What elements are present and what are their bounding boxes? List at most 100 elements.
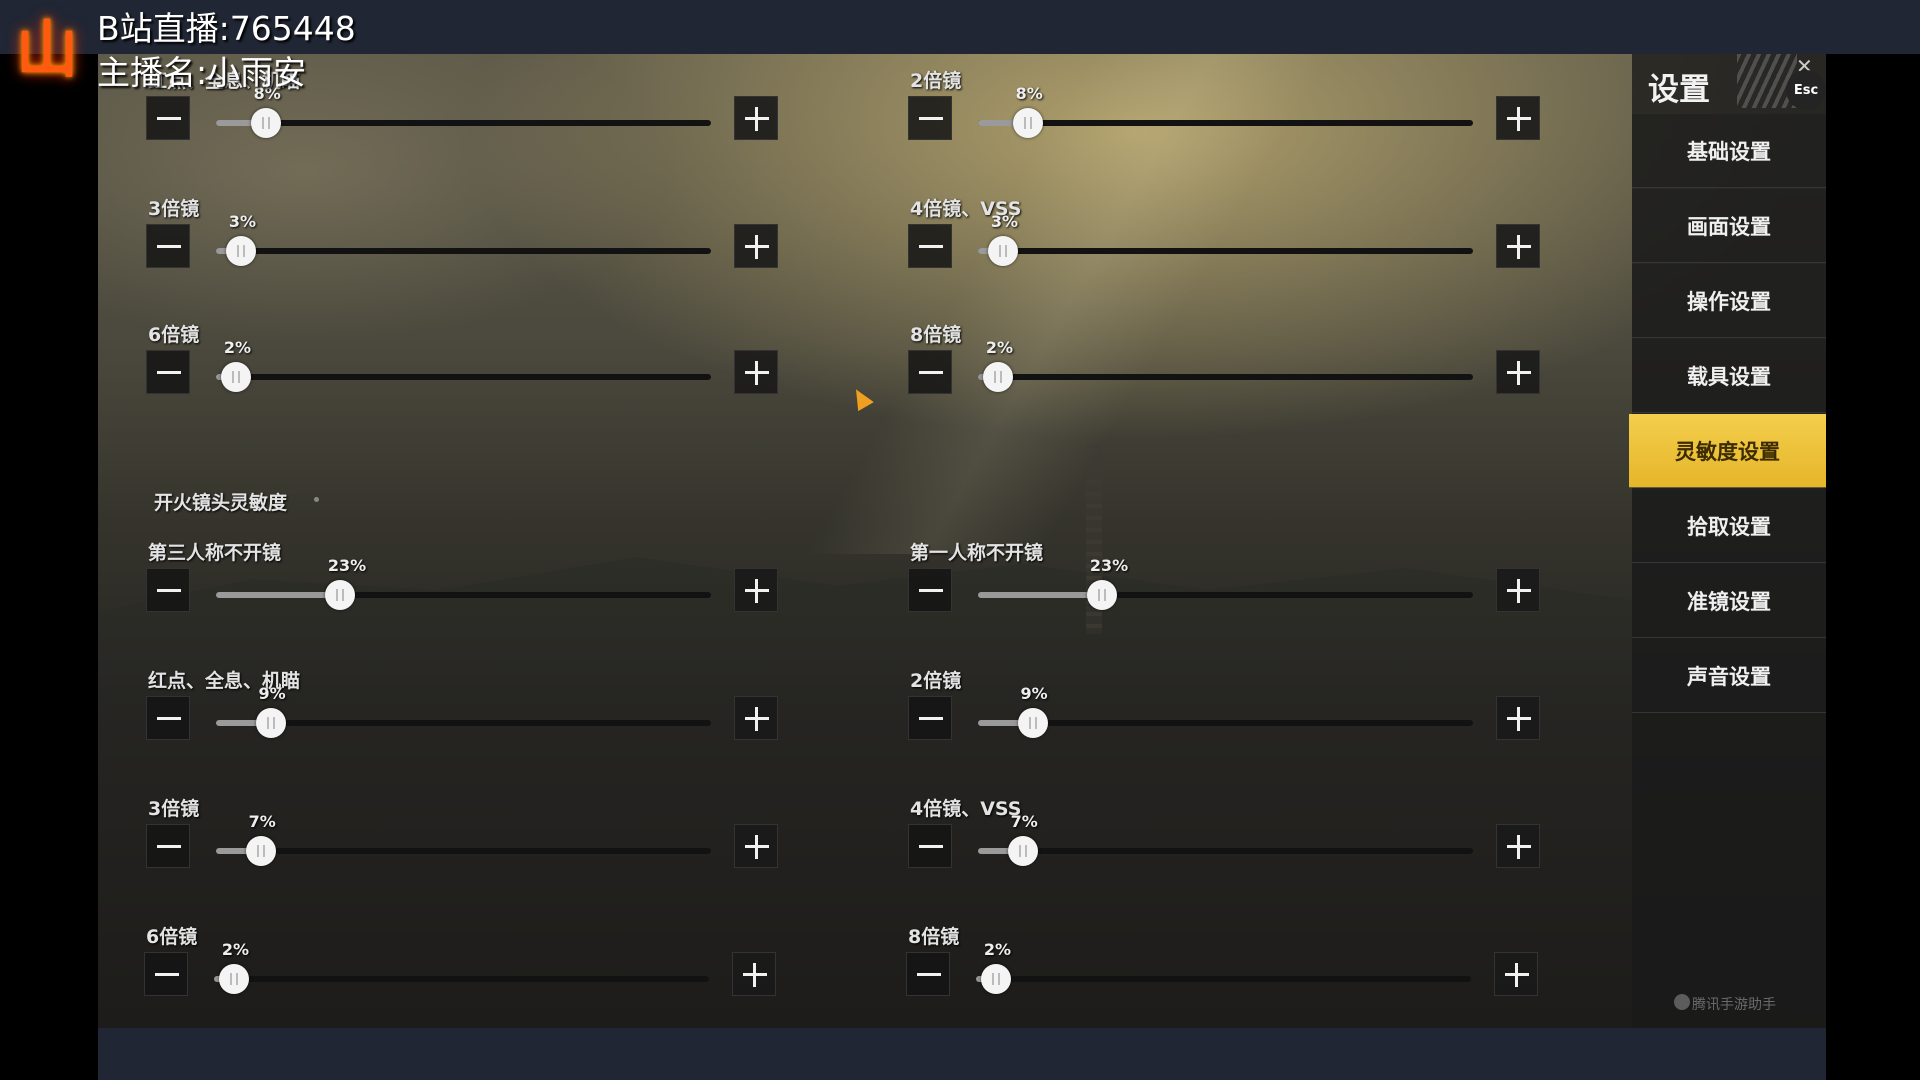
slider-percent: 3% [228,212,257,231]
increase-button[interactable] [1494,952,1538,996]
slider-knob[interactable] [1086,580,1117,610]
slider-track[interactable] [978,848,1473,854]
watermark-text: 腾讯手游助手 [1692,997,1776,1013]
slider-knob[interactable] [218,964,249,994]
increase-button[interactable] [734,350,778,394]
increase-button[interactable] [734,96,778,140]
decrease-button[interactable] [144,952,188,996]
slider-label: 2倍镜 [910,670,962,692]
slider-knob[interactable] [982,362,1013,392]
slider-knob[interactable] [1012,108,1043,138]
decrease-button[interactable] [908,224,952,268]
slider-percent: 23% [1089,556,1129,575]
decrease-button[interactable] [908,696,952,740]
slider-track[interactable] [978,374,1473,380]
slider-percent: 9% [258,684,286,703]
decrease-button[interactable] [146,350,190,394]
minus-icon [917,973,941,976]
slider-track[interactable] [216,592,711,598]
decrease-button[interactable] [908,350,952,394]
slider-track[interactable] [978,592,1473,598]
increase-button[interactable] [734,568,778,612]
minus-icon [919,371,943,374]
menu-item-1[interactable]: 画面设置 [1632,189,1826,263]
slider-label: 第三人称不开镜 [148,542,282,564]
slider-fill [978,592,1102,598]
tencent-logo-icon [1674,994,1690,1010]
decrease-button[interactable] [146,224,190,268]
decrease-button[interactable] [146,824,190,868]
slider-percent: 2% [223,338,252,357]
decrease-button[interactable] [908,568,952,612]
minus-icon [155,973,179,976]
minus-icon [919,117,943,120]
slider-track[interactable] [978,248,1473,254]
menu-item-3[interactable]: 载具设置 [1632,339,1826,413]
decrease-button[interactable] [146,568,190,612]
increase-button[interactable] [734,824,778,868]
menu-item-4[interactable]: 灵敏度设置 [1629,414,1826,488]
slider-track[interactable] [216,848,711,854]
slider-percent: 8% [1015,84,1043,103]
stream-bottom-bar [98,1028,1826,1080]
increase-button[interactable] [1496,568,1540,612]
slider-track[interactable] [216,374,711,380]
menu-item-6[interactable]: 准镜设置 [1632,564,1826,638]
slider-percent: 7% [248,812,276,831]
decrease-button[interactable] [146,696,190,740]
plus-icon-vertical [755,707,758,731]
plus-icon-vertical [1517,579,1520,603]
decrease-button[interactable] [908,824,952,868]
slider-track[interactable] [214,976,709,982]
increase-button[interactable] [734,224,778,268]
slider-knob[interactable] [225,236,256,266]
plus-icon-vertical [755,235,758,259]
menu-item-2[interactable]: 操作设置 [1632,264,1826,338]
slider-knob[interactable] [220,362,251,392]
decrease-button[interactable] [906,952,950,996]
increase-button[interactable] [1496,350,1540,394]
plus-icon-vertical [1517,361,1520,385]
decrease-button[interactable] [908,96,952,140]
slider-track[interactable] [216,720,711,726]
slider-track[interactable] [978,120,1473,126]
slider-knob[interactable] [1007,836,1038,866]
slider-track[interactable] [978,720,1473,726]
slider-track[interactable] [976,976,1471,982]
slider-knob[interactable] [255,708,286,738]
menu-item-7[interactable]: 声音设置 [1632,639,1826,713]
slider-track[interactable] [216,120,711,126]
settings-sidebar: 设置 ✕ Esc 基础设置 画面设置 操作设置 载具设置 灵敏度设置 拾取设置 准镜设置 声音… [1629,54,1826,1028]
menu-item-0[interactable]: 基础设置 [1632,114,1826,188]
plus-icon-vertical [753,963,756,987]
decrease-button[interactable] [146,96,190,140]
slider-percent: 9% [1020,684,1048,703]
minus-icon [157,371,181,374]
slider-knob[interactable] [1017,708,1048,738]
slider-fill [216,592,340,598]
plus-icon-vertical [755,361,758,385]
plus-icon-vertical [1517,235,1520,259]
esc-button[interactable]: Esc [1786,70,1826,110]
slider-knob[interactable] [324,580,355,610]
increase-button[interactable] [1496,96,1540,140]
slider-percent: 2% [221,940,250,959]
slider-knob[interactable] [987,236,1018,266]
slider-label: 8倍镜 [910,324,962,346]
plus-icon-vertical [1515,963,1518,987]
slider-knob[interactable] [245,836,276,866]
slider-label: 4倍镜、VSS [910,798,1022,820]
increase-button[interactable] [732,952,776,996]
slider-knob[interactable] [250,108,281,138]
slider-track[interactable] [216,248,711,254]
slider-knob[interactable] [980,964,1011,994]
plus-icon-vertical [1517,707,1520,731]
increase-button[interactable] [734,696,778,740]
menu-item-5[interactable]: 拾取设置 [1632,489,1826,563]
settings-title: 设置 [1648,72,1710,108]
increase-button[interactable] [1496,824,1540,868]
minus-icon [157,845,181,848]
increase-button[interactable] [1496,224,1540,268]
plus-icon-vertical [755,579,758,603]
increase-button[interactable] [1496,696,1540,740]
